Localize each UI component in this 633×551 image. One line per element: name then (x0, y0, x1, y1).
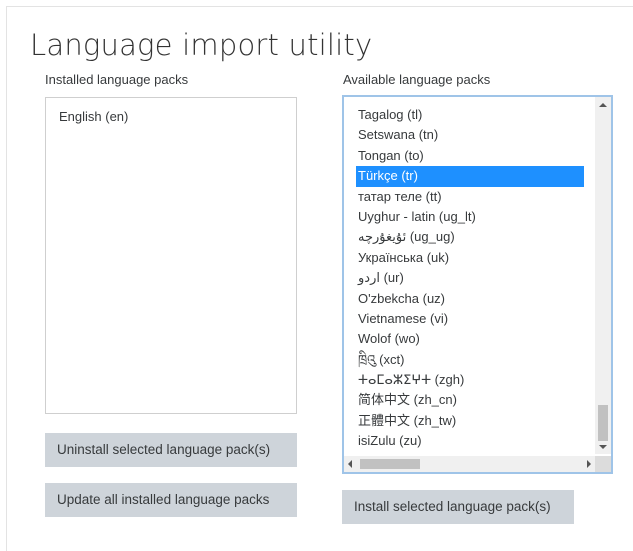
option-ug-ug[interactable]: ئۇيغۇرچە (ug_ug) (356, 227, 584, 247)
scroll-up-arrow-icon[interactable] (599, 103, 607, 107)
option-tt[interactable]: татар теле (tt) (356, 187, 584, 207)
installed-pack-option[interactable]: English (en) (59, 109, 128, 124)
install-selected-button[interactable]: Install selected language pack(s) (342, 490, 574, 524)
available-packs-options: Tagalog (tl) Setswana (tn) Tongan (to) T… (356, 99, 584, 452)
installed-packs-listbox[interactable]: English (en) (45, 97, 297, 414)
scroll-right-arrow-icon[interactable] (587, 460, 591, 468)
available-packs-label: Available language packs (343, 72, 491, 87)
option-ug-lt[interactable]: Uyghur - latin (ug_lt) (356, 207, 584, 227)
option-zu[interactable]: isiZulu (zu) (356, 431, 584, 451)
scrollbar-corner (595, 456, 611, 472)
option-zgh[interactable]: ⵜⴰⵎⴰⵣⵉⵖⵜ (zgh) (356, 370, 584, 390)
option-tl[interactable]: Tagalog (tl) (356, 105, 584, 125)
scroll-left-arrow-icon[interactable] (348, 460, 352, 468)
horizontal-scrollbar[interactable] (344, 456, 595, 472)
option-uk[interactable]: Українська (uk) (356, 248, 584, 268)
option-uz[interactable]: O'zbekcha (uz) (356, 289, 584, 309)
option-tn[interactable]: Setswana (tn) (356, 125, 584, 145)
option-to[interactable]: Tongan (to) (356, 146, 584, 166)
option-vi[interactable]: Vietnamese (vi) (356, 309, 584, 329)
option-xct[interactable]: ཁྲིའུ (xct) (356, 350, 584, 370)
option-ur[interactable]: اردو (ur) (356, 268, 584, 288)
page-title: Language import utility (30, 28, 373, 62)
option-wo[interactable]: Wolof (wo) (356, 329, 584, 349)
option-zh-tw[interactable]: 正體中文 (zh_tw) (356, 411, 584, 431)
scroll-down-arrow-icon[interactable] (599, 445, 607, 449)
vertical-scrollbar[interactable] (595, 97, 611, 454)
uninstall-selected-button[interactable]: Uninstall selected language pack(s) (45, 433, 297, 467)
option-tr-selected[interactable]: Türkçe (tr) (356, 166, 584, 187)
option-zh-cn[interactable]: 简体中文 (zh_cn) (356, 390, 584, 410)
vertical-scroll-thumb[interactable] (598, 405, 608, 441)
installed-packs-label: Installed language packs (45, 72, 189, 87)
update-all-button[interactable]: Update all installed language packs (45, 483, 297, 517)
available-packs-listbox[interactable]: Tagalog (tl) Setswana (tn) Tongan (to) T… (342, 95, 613, 474)
horizontal-scroll-thumb[interactable] (360, 459, 420, 469)
